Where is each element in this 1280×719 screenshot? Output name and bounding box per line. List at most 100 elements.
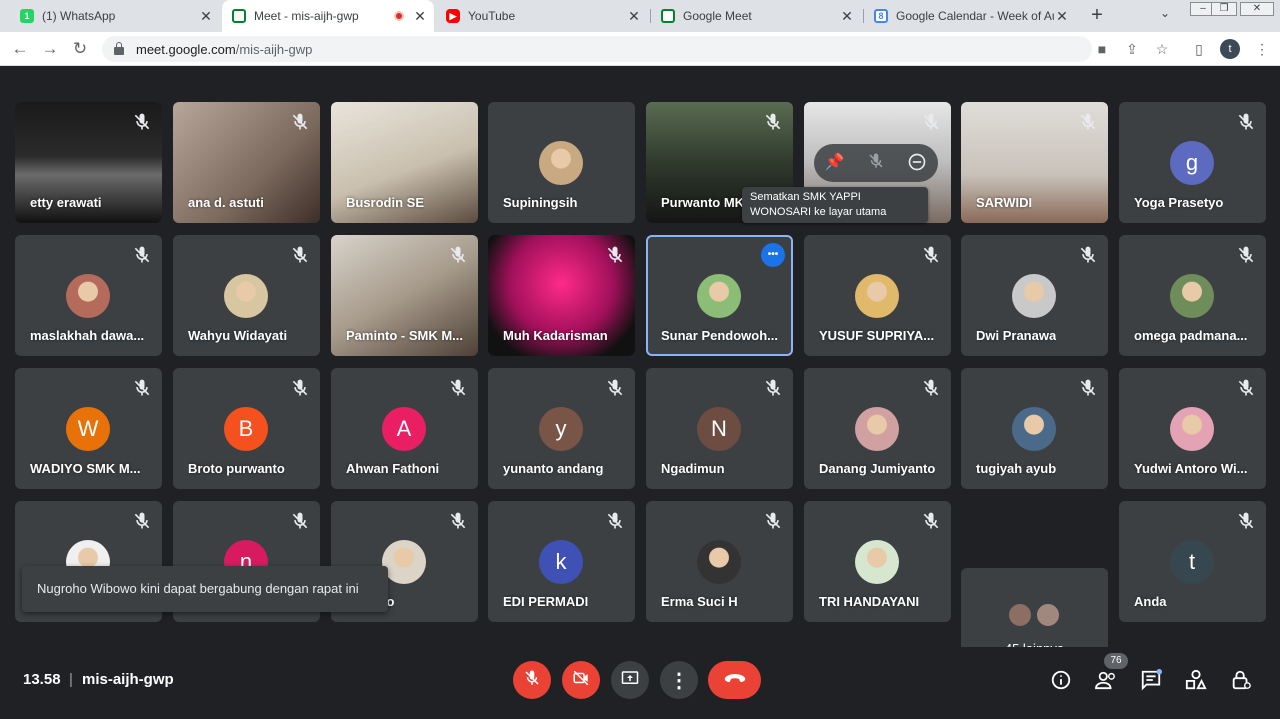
bookmark-star-icon[interactable]: ☆: [1153, 40, 1171, 58]
avatar: [697, 540, 741, 584]
close-tab-icon[interactable]: ✕: [1054, 8, 1070, 25]
avatar: [855, 540, 899, 584]
participant-tile[interactable]: ana d. astuti: [173, 102, 320, 223]
participant-tile[interactable]: Dwi Pranawa: [961, 235, 1108, 356]
participant-name: Muh Kadarisman: [503, 328, 608, 343]
pin-icon[interactable]: 📌: [824, 152, 846, 174]
participant-name: Broto purwanto: [188, 461, 285, 476]
tab-search-chevron-icon[interactable]: ⌄: [1160, 6, 1170, 20]
participant-tile[interactable]: etty erawati: [15, 102, 162, 223]
participant-tile[interactable]: A Ahwan Fathoni: [331, 368, 478, 489]
more-options-button[interactable]: ⋮: [660, 661, 698, 699]
remove-from-view-icon[interactable]: [906, 152, 928, 174]
participant-tile[interactable]: Supiningsih: [488, 102, 635, 223]
participant-tile[interactable]: SARWIDI: [961, 102, 1108, 223]
participant-tile[interactable]: YUSUF SUPRIYA...: [804, 235, 951, 356]
avatar: [382, 540, 426, 584]
tab-google-meet[interactable]: Google Meet ✕: [651, 0, 861, 32]
lock-icon[interactable]: [114, 41, 124, 55]
participant-name: EDI PERMADI: [503, 594, 589, 609]
participant-tile[interactable]: maslakhah dawa...: [15, 235, 162, 356]
mic-off-icon: [523, 669, 541, 692]
side-panel-icon[interactable]: ▯: [1190, 40, 1208, 58]
participant-thumbnail: [1007, 602, 1033, 628]
participant-tile[interactable]: N Ngadimun: [646, 368, 793, 489]
participant-name: Busrodin SE: [346, 195, 425, 210]
host-controls-button[interactable]: [1228, 667, 1254, 693]
avatar: y: [539, 407, 583, 451]
camera-toggle-button[interactable]: [562, 661, 600, 699]
url-input[interactable]: meet.google.com/mis-aijh-gwp: [102, 36, 1092, 62]
participant-tile[interactable]: Paminto - SMK M...: [331, 235, 478, 356]
microphone-toggle-button[interactable]: [513, 661, 551, 699]
participant-tile[interactable]: k EDI PERMADI: [488, 501, 635, 622]
mic-off-icon: [605, 511, 625, 531]
participants-button[interactable]: [1093, 667, 1119, 693]
participant-tile[interactable]: Erma Suci H: [646, 501, 793, 622]
participant-name: maslakhah dawa...: [30, 328, 145, 343]
mic-off-icon: [921, 511, 941, 531]
participant-tile[interactable]: Danang Jumiyanto: [804, 368, 951, 489]
tab-whatsapp[interactable]: 1 (1) WhatsApp ✕: [10, 0, 220, 32]
participant-tile[interactable]: TRI HANDAYANI: [804, 501, 951, 622]
participant-tile[interactable]: B Broto purwanto: [173, 368, 320, 489]
chrome-menu-icon[interactable]: ⋮: [1253, 40, 1271, 58]
participant-tile[interactable]: Muh Kadarisman: [488, 235, 635, 356]
mic-off-icon: [448, 378, 468, 398]
activities-button[interactable]: [1183, 667, 1209, 693]
new-tab-button[interactable]: +: [1086, 4, 1108, 26]
youtube-icon: ▶: [446, 9, 460, 23]
tab-title: Google Calendar - Week of Au: [896, 9, 1054, 23]
tab-youtube[interactable]: ▶ YouTube ✕: [436, 0, 648, 32]
mic-off-icon: [1236, 378, 1256, 398]
participant-tile[interactable]: Yudwi Antoro Wi...: [1119, 368, 1266, 489]
mic-off-icon: [448, 511, 468, 531]
tab-calendar[interactable]: 8 Google Calendar - Week of Au ✕: [864, 0, 1076, 32]
close-tab-icon[interactable]: ✕: [198, 8, 214, 25]
mute-participant-icon[interactable]: [865, 152, 887, 174]
close-window-button[interactable]: ✕: [1240, 2, 1274, 16]
close-tab-icon[interactable]: ✕: [412, 8, 428, 25]
participant-tile[interactable]: Wahyu Widayati: [173, 235, 320, 356]
close-tab-icon[interactable]: ✕: [626, 8, 642, 25]
profile-avatar[interactable]: t: [1220, 39, 1240, 59]
avatar: [855, 274, 899, 318]
tab-meet[interactable]: Meet - mis-aijh-gwp ✕: [222, 0, 434, 32]
participant-tile[interactable]: y yunanto andang: [488, 368, 635, 489]
reload-icon[interactable]: ↻: [70, 39, 90, 59]
url-host: meet.google.com: [136, 41, 236, 57]
participant-tile[interactable]: Busrodin SE: [331, 102, 478, 223]
tile-hover-controls: 📌: [814, 144, 938, 182]
people-icon: [1095, 671, 1115, 690]
mic-off-icon: [290, 511, 310, 531]
present-screen-button[interactable]: [611, 661, 649, 699]
forward-icon[interactable]: →: [40, 39, 60, 59]
participant-tile[interactable]: g Yoga Prasetyo: [1119, 102, 1266, 223]
restore-window-button[interactable]: ❐: [1211, 2, 1237, 16]
leave-call-button[interactable]: [708, 661, 761, 699]
share-icon[interactable]: ⇪: [1123, 40, 1141, 58]
mic-off-icon: [763, 378, 783, 398]
avatar: [1170, 274, 1214, 318]
participant-tile[interactable]: W WADIYO SMK M...: [15, 368, 162, 489]
camera-indicator-icon[interactable]: ■: [1093, 40, 1111, 58]
chat-button[interactable]: [1138, 667, 1164, 693]
avatar: [1012, 407, 1056, 451]
meet-icon: [661, 9, 675, 23]
participant-name: Purwanto MK: [661, 195, 745, 210]
avatar: [66, 274, 110, 318]
participant-tile[interactable]: ••• Sunar Pendowoh...: [646, 235, 793, 356]
recording-indicator-icon: [394, 11, 404, 21]
participant-tile[interactable]: omega padmana...: [1119, 235, 1266, 356]
close-tab-icon[interactable]: ✕: [839, 8, 855, 25]
end-call-icon: [723, 671, 747, 690]
participant-tile[interactable]: tugiyah ayub: [961, 368, 1108, 489]
participant-tile[interactable]: t Anda: [1119, 501, 1266, 622]
back-icon[interactable]: ←: [10, 39, 30, 59]
participant-name: Danang Jumiyanto: [819, 461, 936, 476]
meeting-details-button[interactable]: [1048, 667, 1074, 693]
meeting-time: 13.58: [23, 671, 61, 688]
tile-options-icon[interactable]: •••: [761, 243, 785, 267]
participant-name: Paminto - SMK M...: [346, 328, 463, 343]
participant-name: TRI HANDAYANI: [819, 594, 920, 609]
